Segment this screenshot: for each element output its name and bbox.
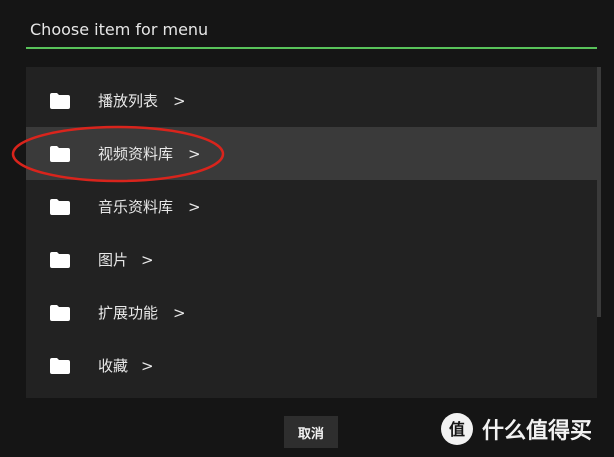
list-item-pictures[interactable]: 图片 > (26, 233, 597, 286)
title-underline (26, 47, 597, 49)
chevron-right-icon: > (173, 91, 186, 110)
folder-icon (50, 304, 70, 321)
list-scrollbar[interactable] (597, 67, 601, 317)
list-item-label: 图片 (98, 251, 129, 269)
folder-icon (50, 251, 70, 268)
list-item-add-ons[interactable]: 扩展功能 > (26, 286, 597, 339)
list-item-label: 收藏 (98, 357, 129, 375)
cancel-button[interactable]: 取消 (284, 416, 338, 448)
folder-icon (50, 357, 70, 374)
list-item-label: 扩展功能 (98, 304, 159, 322)
folder-icon (50, 198, 70, 215)
chevron-right-icon: > (173, 303, 186, 322)
dialog-title: Choose item for menu (30, 20, 209, 39)
chevron-right-icon: > (188, 197, 201, 216)
chevron-right-icon: > (141, 250, 154, 269)
list-item-favourites[interactable]: 收藏 > (26, 339, 597, 392)
chevron-right-icon: > (141, 356, 154, 375)
watermark-text: 什么值得买 (482, 419, 593, 444)
list-item-playlist[interactable]: 播放列表 > (26, 74, 597, 127)
watermark-logo-icon: 值 (441, 413, 473, 445)
list-item-label: 音乐资料库 (98, 198, 174, 216)
folder-icon (50, 92, 70, 109)
watermark: 值 什么值得买 (440, 412, 592, 446)
list-item-music-library[interactable]: 音乐资料库 > (26, 180, 597, 233)
choose-item-dialog: Choose item for menu 播放列表 > 视频资料库 > 音乐资料… (0, 0, 614, 457)
watermark-logo-glyph: 值 (449, 420, 465, 439)
menu-item-list: 播放列表 > 视频资料库 > 音乐资料库 > 图片 > 扩展功能 > 收藏 > (26, 67, 597, 398)
annotation-ellipse (11, 125, 225, 183)
list-item-label: 播放列表 (98, 92, 159, 110)
